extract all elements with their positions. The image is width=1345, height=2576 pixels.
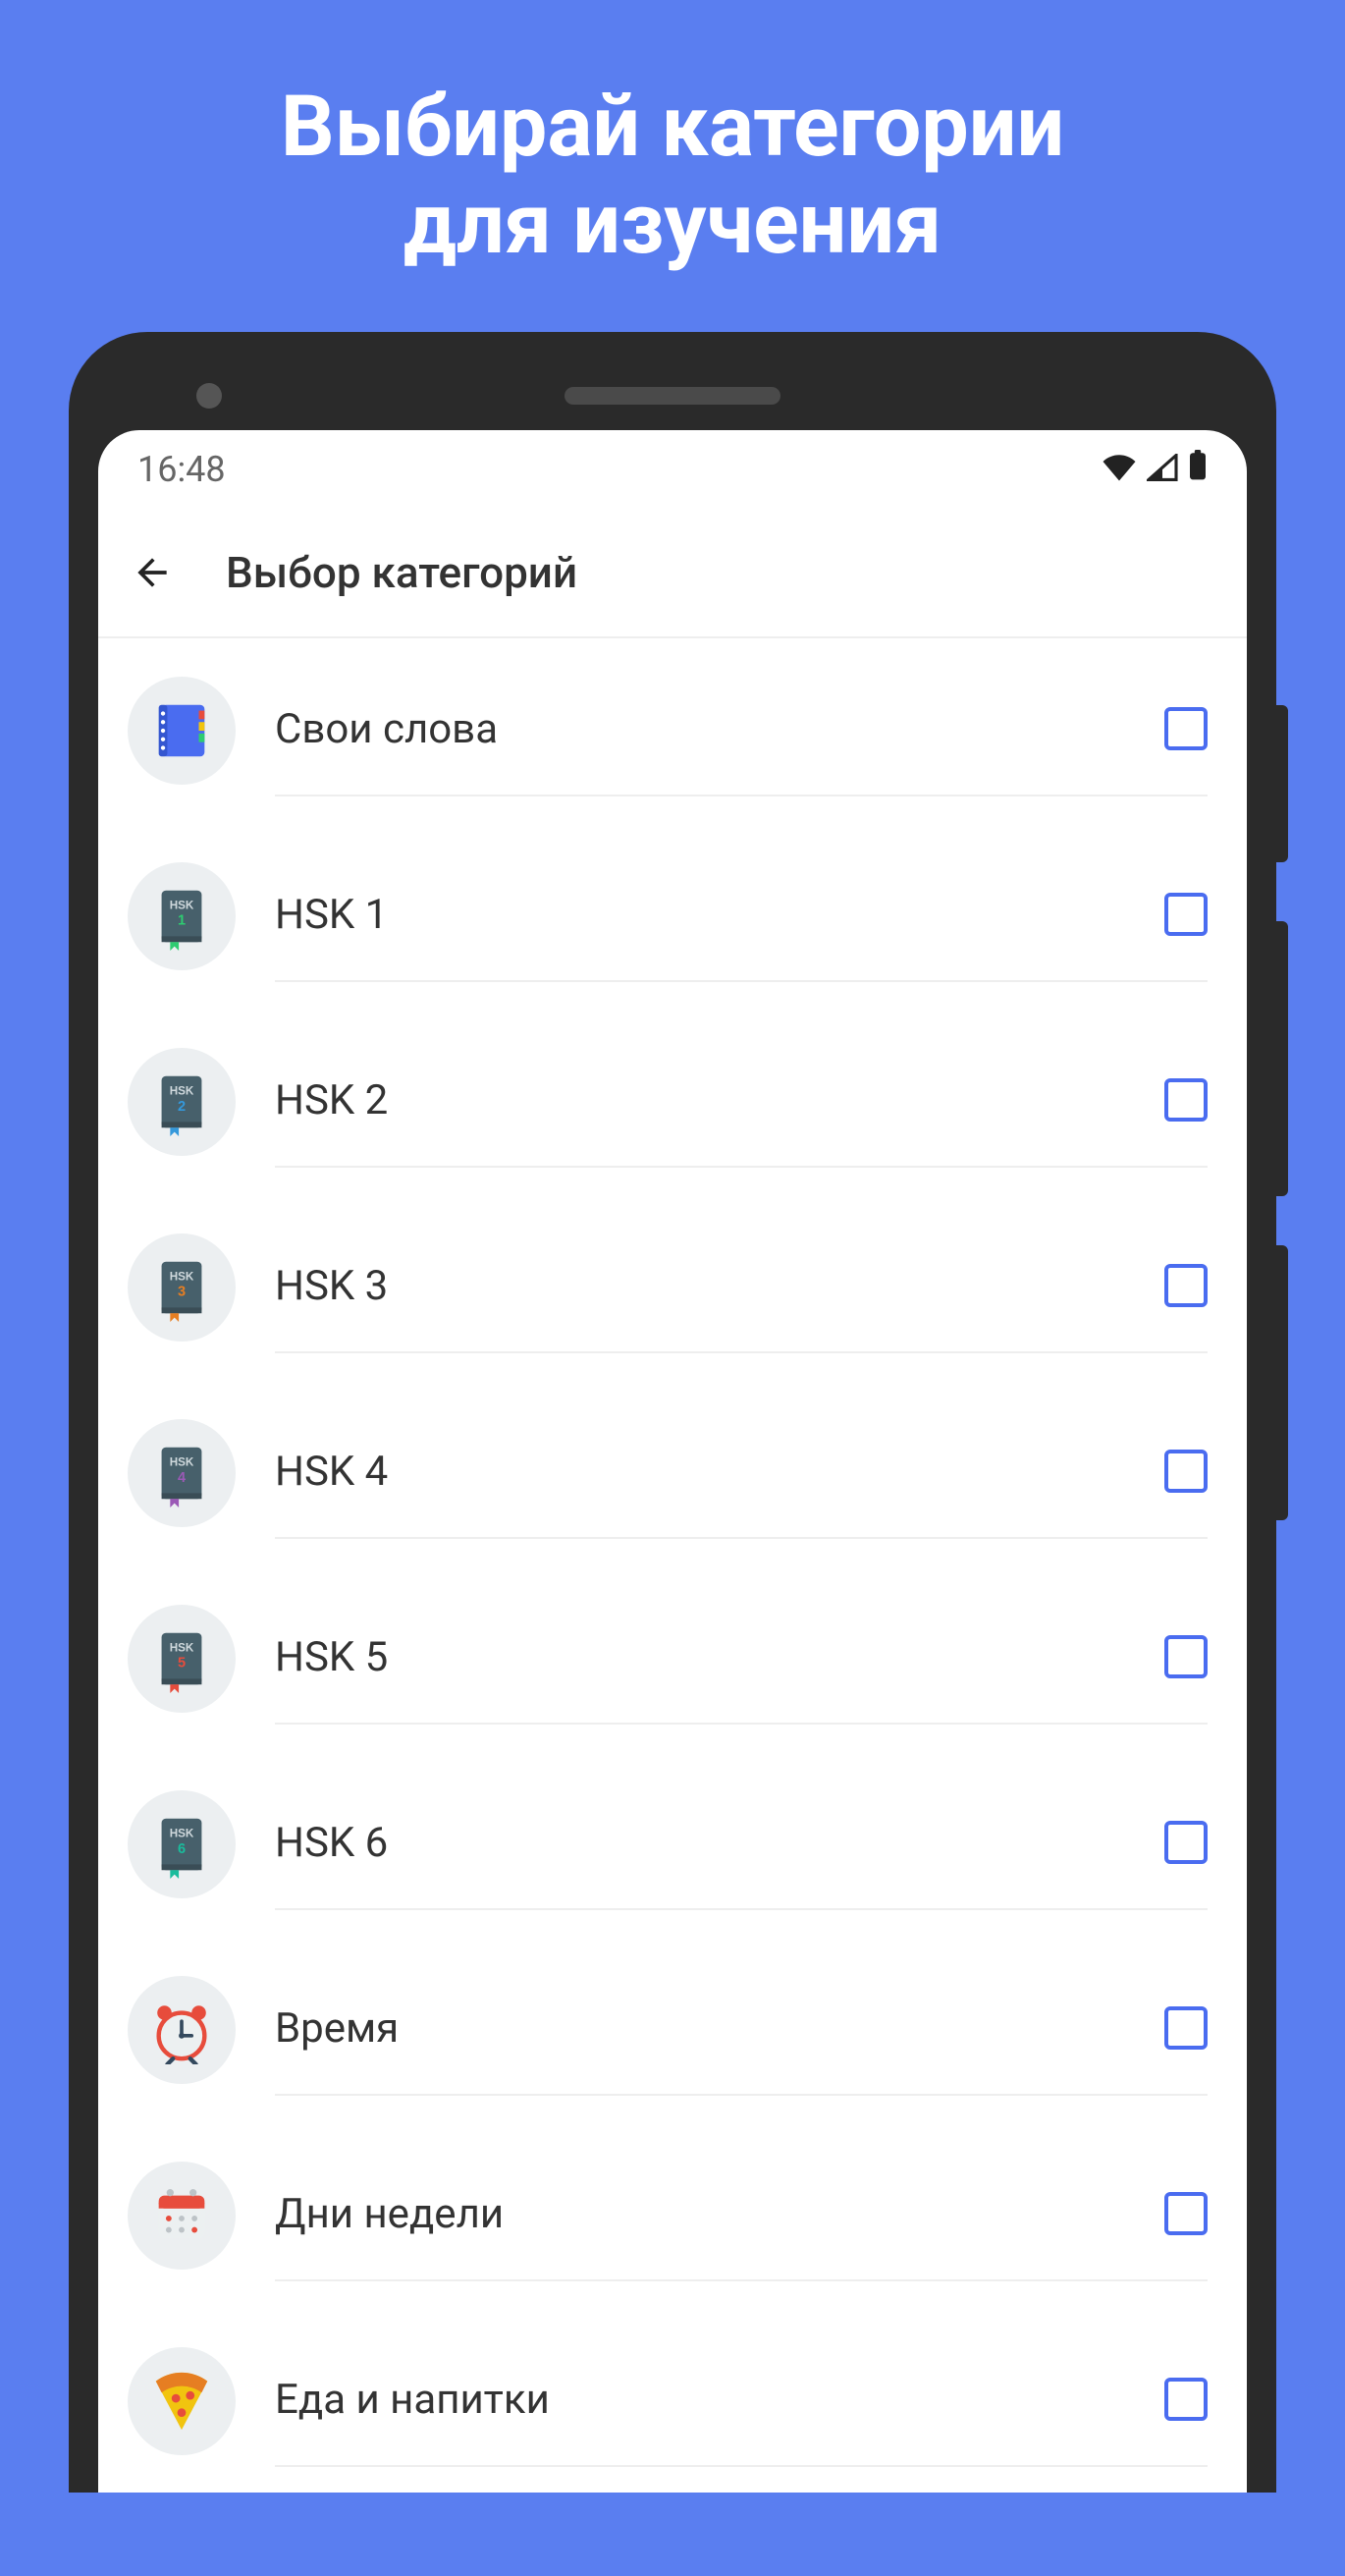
category-row-hsk6[interactable]: HSK6HSK 6	[98, 1752, 1247, 1938]
category-label: HSK 1	[275, 891, 388, 939]
book-hsk-icon: HSK2	[128, 1048, 236, 1156]
category-row-own-words[interactable]: Свои слова	[98, 638, 1247, 824]
category-label-wrap: Время	[275, 1995, 1208, 2096]
category-label: Дни недели	[275, 2190, 504, 2238]
book-hsk-icon: HSK3	[128, 1233, 236, 1342]
pizza-icon	[128, 2347, 236, 2455]
category-label-wrap: HSK 6	[275, 1809, 1208, 1910]
category-checkbox[interactable]	[1164, 707, 1208, 750]
category-label-wrap: HSK 2	[275, 1067, 1208, 1168]
category-label: Свои слова	[275, 705, 498, 753]
svg-text:5: 5	[178, 1656, 186, 1672]
svg-text:HSK: HSK	[170, 1085, 194, 1098]
signal-icon	[1147, 449, 1178, 490]
category-row-hsk2[interactable]: HSK2HSK 2	[98, 1010, 1247, 1195]
page-title: Выбор категорий	[226, 547, 577, 598]
app-bar: Выбор категорий	[98, 509, 1247, 636]
svg-text:HSK: HSK	[170, 1828, 194, 1840]
category-label: HSK 4	[275, 1448, 388, 1496]
svg-text:1: 1	[178, 913, 186, 929]
category-label-wrap: HSK 5	[275, 1623, 1208, 1725]
svg-text:3: 3	[178, 1285, 186, 1300]
phone-side-button	[1276, 921, 1288, 1196]
phone-screen: 16:48 Выбор категорий С	[98, 430, 1247, 2493]
category-label: HSK 6	[275, 1819, 388, 1867]
category-label: HSK 3	[275, 1262, 388, 1310]
book-hsk-icon: HSK1	[128, 862, 236, 970]
svg-text:6: 6	[178, 1841, 186, 1857]
wifi-icon	[1102, 449, 1137, 490]
phone-frame: 16:48 Выбор категорий С	[69, 332, 1276, 2493]
category-label-wrap: HSK 3	[275, 1252, 1208, 1353]
category-checkbox[interactable]	[1164, 2192, 1208, 2235]
phone-side-button	[1276, 705, 1288, 862]
category-checkbox[interactable]	[1164, 1635, 1208, 1678]
category-row-hsk3[interactable]: HSK3HSK 3	[98, 1195, 1247, 1381]
back-button[interactable]	[128, 548, 177, 597]
category-checkbox[interactable]	[1164, 1450, 1208, 1493]
clock-icon	[128, 1976, 236, 2084]
category-label-wrap: Еда и напитки	[275, 2366, 1208, 2467]
category-checkbox[interactable]	[1164, 2006, 1208, 2050]
status-bar: 16:48	[98, 430, 1247, 509]
svg-text:HSK: HSK	[170, 1642, 194, 1655]
category-row-time[interactable]: Время	[98, 1938, 1247, 2123]
svg-text:4: 4	[178, 1470, 187, 1486]
status-time: 16:48	[137, 449, 226, 490]
battery-icon	[1188, 449, 1208, 490]
category-label-wrap: HSK 1	[275, 881, 1208, 982]
category-label-wrap: Дни недели	[275, 2180, 1208, 2281]
promo-line-1: Выбирай категории	[281, 77, 1064, 176]
category-label-wrap: Свои слова	[275, 695, 1208, 796]
category-checkbox[interactable]	[1164, 1078, 1208, 1122]
category-label: Еда и напитки	[275, 2376, 550, 2424]
category-label: HSK 2	[275, 1076, 388, 1124]
category-checkbox[interactable]	[1164, 1264, 1208, 1307]
promo-heading: Выбирай категории для изучения	[0, 0, 1345, 332]
phone-bezel-top	[98, 361, 1247, 430]
phone-camera	[196, 383, 222, 409]
svg-text:HSK: HSK	[170, 1456, 194, 1469]
category-row-weekdays[interactable]: Дни недели	[98, 2123, 1247, 2309]
category-row-hsk1[interactable]: HSK1HSK 1	[98, 824, 1247, 1010]
svg-text:2: 2	[178, 1099, 186, 1115]
category-checkbox[interactable]	[1164, 1821, 1208, 1864]
category-label-wrap: HSK 4	[275, 1438, 1208, 1539]
svg-text:HSK: HSK	[170, 900, 194, 912]
promo-line-2: для изучения	[404, 174, 942, 273]
notebook-icon	[128, 677, 236, 785]
category-label: HSK 5	[275, 1633, 388, 1681]
arrow-left-icon	[131, 551, 174, 594]
phone-side-button	[1276, 1245, 1288, 1520]
category-row-food-drinks[interactable]: Еда и напитки	[98, 2309, 1247, 2493]
svg-text:HSK: HSK	[170, 1271, 194, 1284]
book-hsk-icon: HSK6	[128, 1790, 236, 1898]
category-list[interactable]: Свои словаHSK1HSK 1HSK2HSK 2HSK3HSK 3HSK…	[98, 638, 1247, 2493]
calendar-icon	[128, 2162, 236, 2270]
phone-speaker	[565, 387, 780, 405]
category-checkbox[interactable]	[1164, 893, 1208, 936]
category-row-hsk5[interactable]: HSK5HSK 5	[98, 1566, 1247, 1752]
book-hsk-icon: HSK4	[128, 1419, 236, 1527]
category-checkbox[interactable]	[1164, 2378, 1208, 2421]
category-label: Время	[275, 2004, 399, 2053]
book-hsk-icon: HSK5	[128, 1605, 236, 1713]
category-row-hsk4[interactable]: HSK4HSK 4	[98, 1381, 1247, 1566]
status-icons	[1102, 449, 1208, 490]
